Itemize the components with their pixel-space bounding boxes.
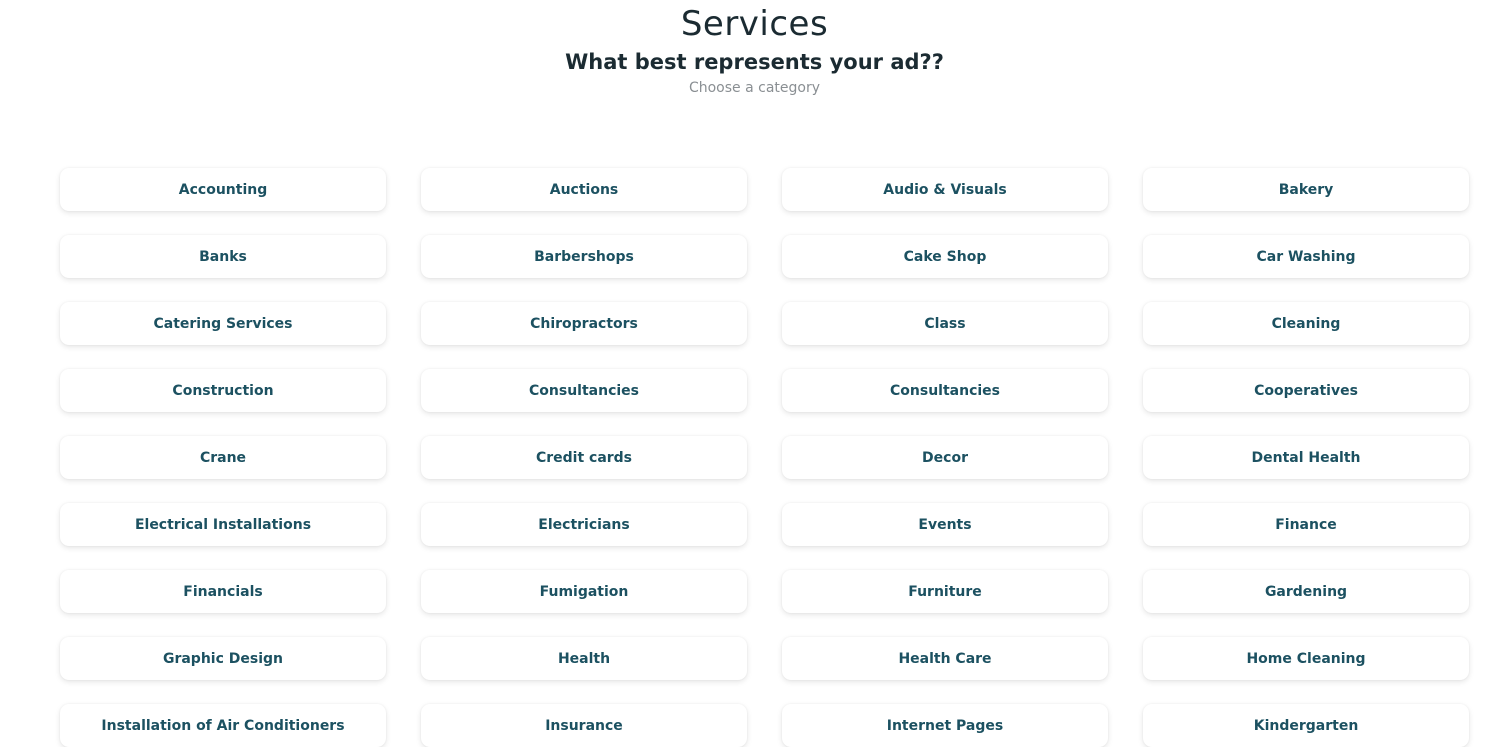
- category-button[interactable]: Bakery: [1143, 168, 1469, 211]
- page-subtitle: What best represents your ad??: [565, 50, 944, 74]
- category-button[interactable]: Consultancies: [782, 369, 1108, 412]
- category-button[interactable]: Class: [782, 302, 1108, 345]
- category-button[interactable]: Graphic Design: [60, 637, 386, 680]
- category-button[interactable]: Consultancies: [421, 369, 747, 412]
- category-button[interactable]: Electricians: [421, 503, 747, 546]
- category-button[interactable]: Home Cleaning: [1143, 637, 1469, 680]
- category-hint: Choose a category: [688, 80, 821, 96]
- category-button[interactable]: Kindergarten: [1143, 704, 1469, 747]
- category-button[interactable]: Auctions: [421, 168, 747, 211]
- category-button[interactable]: Internet Pages: [782, 704, 1108, 747]
- category-button[interactable]: Accounting: [60, 168, 386, 211]
- category-button[interactable]: Electrical Installations: [60, 503, 386, 546]
- page-title: Services: [680, 4, 829, 44]
- category-button[interactable]: Dental Health: [1143, 436, 1469, 479]
- category-button[interactable]: Barbershops: [421, 235, 747, 278]
- category-grid: Accounting Auctions Audio & Visuals Bake…: [60, 168, 1469, 747]
- category-button[interactable]: Audio & Visuals: [782, 168, 1108, 211]
- category-button[interactable]: Financials: [60, 570, 386, 613]
- category-button[interactable]: Chiropractors: [421, 302, 747, 345]
- category-button[interactable]: Crane: [60, 436, 386, 479]
- category-button[interactable]: Events: [782, 503, 1108, 546]
- category-button[interactable]: Cake Shop: [782, 235, 1108, 278]
- category-button[interactable]: Construction: [60, 369, 386, 412]
- category-button[interactable]: Gardening: [1143, 570, 1469, 613]
- category-button[interactable]: Installation of Air Conditioners: [60, 704, 386, 747]
- category-button[interactable]: Furniture: [782, 570, 1108, 613]
- category-button[interactable]: Credit cards: [421, 436, 747, 479]
- category-button[interactable]: Fumigation: [421, 570, 747, 613]
- category-button[interactable]: Cleaning: [1143, 302, 1469, 345]
- category-button[interactable]: Cooperatives: [1143, 369, 1469, 412]
- category-button[interactable]: Banks: [60, 235, 386, 278]
- category-button[interactable]: Decor: [782, 436, 1108, 479]
- category-button[interactable]: Finance: [1143, 503, 1469, 546]
- category-button[interactable]: Health Care: [782, 637, 1108, 680]
- category-button[interactable]: Health: [421, 637, 747, 680]
- category-button[interactable]: Catering Services: [60, 302, 386, 345]
- category-button[interactable]: Insurance: [421, 704, 747, 747]
- category-button[interactable]: Car Washing: [1143, 235, 1469, 278]
